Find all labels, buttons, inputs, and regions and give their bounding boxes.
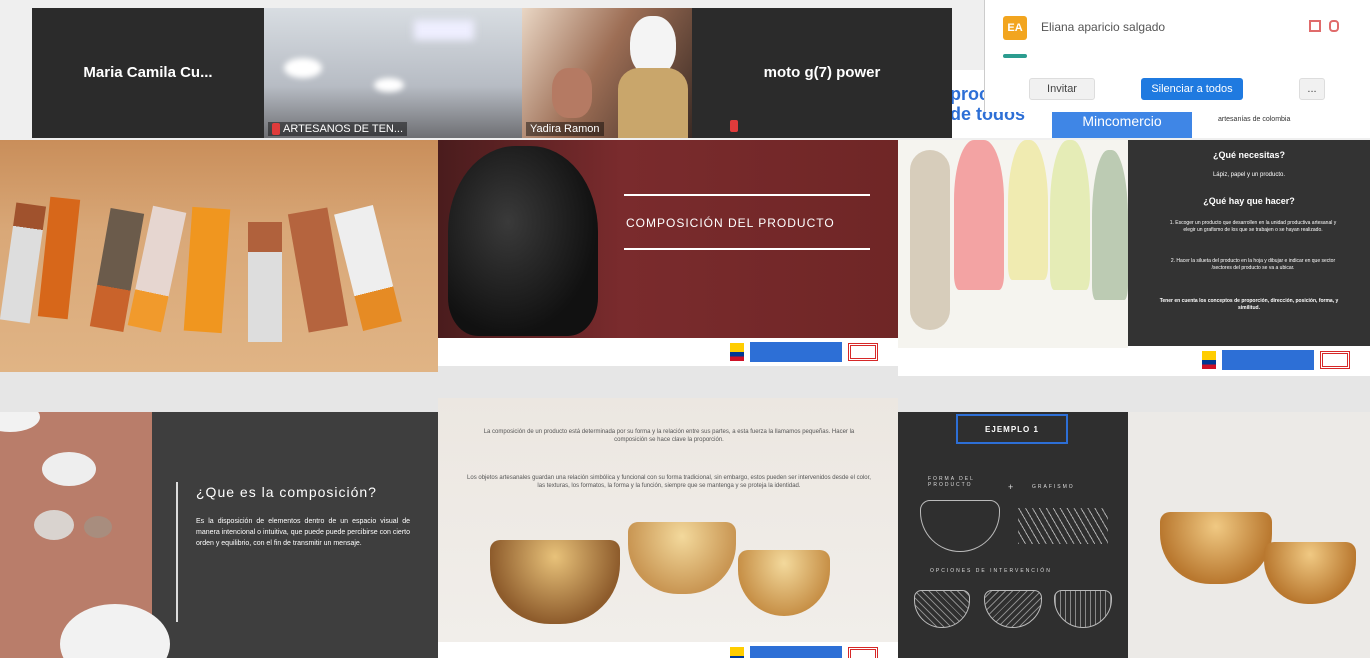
mic-off-icon (272, 123, 280, 135)
label: GRAFISMO (1032, 484, 1075, 490)
screen: proc de todos Mincomercio artesanías de … (0, 0, 1370, 658)
participant-tile-1[interactable]: Maria Camila Cu... (32, 8, 264, 138)
slide-composicion-texto[interactable]: La composición de un producto está deter… (438, 398, 898, 658)
sample-strip (183, 206, 231, 334)
footer-logos (730, 644, 878, 658)
person-2 (552, 68, 592, 118)
small-bowl (34, 510, 74, 540)
footer-logos (1202, 348, 1350, 372)
step: 1. Escoger un producto que desarrollen e… (1169, 220, 1337, 233)
slide-title: COMPOSICIÓN DEL PRODUCTO (626, 216, 835, 230)
example-panel: EJEMPLO 1 FORMA DEL PRODUCTO + GRAFISMO … (898, 412, 1128, 658)
paragraph: Los objetos artesanales guardan una rela… (467, 475, 871, 489)
step: 2. Hacer la silueta del producto en la h… (1170, 258, 1336, 271)
colombia-flag-icon (730, 647, 744, 658)
sample-strip (248, 222, 282, 342)
slide-que-es[interactable]: ¿Que es la composición? Es la disposició… (0, 412, 438, 658)
government-logo (1222, 350, 1314, 370)
small-bowl (42, 452, 96, 486)
screen-panel (1008, 140, 1048, 280)
plus: + (1008, 482, 1014, 492)
more-button[interactable]: ... (1299, 78, 1325, 100)
mute-all-button[interactable]: Silenciar a todos (1141, 78, 1243, 100)
artesanias-logo (1320, 351, 1350, 369)
bowl-outline (920, 500, 1000, 552)
colombia-flag-icon (1202, 351, 1216, 369)
heading: ¿Qué hay que hacer? (1203, 196, 1295, 206)
slide-text: Es la disposición de elementos dentro de… (196, 518, 410, 547)
person-face (630, 16, 676, 76)
text: Lápiz, papel y un producto. (1212, 172, 1286, 178)
title-rule-bottom (624, 248, 870, 250)
participant-name: Maria Camila Cu... (83, 64, 213, 81)
video-label: ARTESANOS DE TEN... (268, 122, 408, 136)
label: OPCIONES DE INTERVENCIÓN (930, 568, 1052, 574)
ceiling-light (374, 78, 404, 92)
plate (0, 412, 40, 432)
screen-panel (1092, 150, 1128, 300)
person-figure (910, 150, 950, 330)
option-bowl (914, 590, 970, 628)
behind-small-text: artesanías de colombia (1218, 116, 1291, 123)
vertical-rule (176, 482, 178, 622)
avatar-initials: EA (1003, 16, 1027, 40)
small-bowl (84, 516, 112, 538)
invite-button[interactable]: Invitar (1029, 78, 1095, 100)
ceiling-light (414, 20, 474, 40)
government-logo (750, 342, 842, 362)
artesanias-logo (848, 343, 878, 361)
participant-tile-2[interactable]: ARTESANOS DE TEN... (264, 8, 522, 138)
paragraph: La composición de un producto está deter… (483, 429, 855, 443)
participant-name: Eliana aparicio salgado (1041, 20, 1166, 34)
instructions-panel: ¿Qué necesitas? Lápiz, papel y un produc… (1128, 140, 1370, 346)
note: Tener en cuenta los conceptos de proporc… (1159, 298, 1339, 311)
video-gallery: Maria Camila Cu... ARTESANOS DE TEN... Y… (32, 8, 952, 138)
video-off-icon[interactable] (1309, 20, 1321, 32)
screen-panel (954, 140, 1004, 290)
colombia-flag-icon (730, 343, 744, 361)
participant-tile-3[interactable]: Yadira Ramon (522, 8, 692, 138)
ceiling-light (284, 58, 322, 78)
title-rule-top (624, 194, 870, 196)
slide-title: ¿Que es la composición? (196, 484, 377, 500)
slide-composicion-title[interactable]: COMPOSICIÓN DEL PRODUCTO (438, 140, 898, 366)
participant-tile-4[interactable]: moto g(7) power (692, 8, 952, 138)
slide-samples[interactable] (0, 140, 438, 372)
label: FORMA DEL PRODUCTO (928, 476, 975, 488)
participants-panel: EA Eliana aparicio salgado Invitar Silen… (984, 0, 1370, 112)
example-tab: EJEMPLO 1 (956, 414, 1068, 444)
video-label: Yadira Ramon (526, 122, 604, 136)
government-logo (750, 646, 842, 658)
figure-image (898, 140, 1128, 348)
option-bowl (1054, 590, 1112, 628)
wooden-bowl (1160, 512, 1272, 584)
bowls-image (0, 412, 170, 658)
heading: ¿Qué necesitas? (1212, 150, 1286, 160)
slide-ejemplo[interactable]: EJEMPLO 1 FORMA DEL PRODUCTO + GRAFISMO … (898, 412, 1370, 658)
person-body (618, 68, 688, 138)
participant-name: moto g(7) power (763, 64, 881, 81)
screen-panel (1050, 140, 1090, 290)
plate (60, 604, 170, 658)
mic-off-icon (730, 120, 738, 132)
panel-scroll-indicator (1003, 54, 1027, 58)
mic-muted-icon[interactable] (1329, 20, 1339, 32)
vase-image (448, 146, 598, 336)
artesanias-logo (848, 647, 878, 658)
footer-logos (730, 340, 878, 364)
option-bowl (984, 590, 1042, 628)
slide-que-necesitas[interactable]: ¿Qué necesitas? Lápiz, papel y un produc… (898, 140, 1370, 376)
wooden-bowl (1264, 542, 1356, 604)
grafismo-pattern (1018, 508, 1108, 544)
